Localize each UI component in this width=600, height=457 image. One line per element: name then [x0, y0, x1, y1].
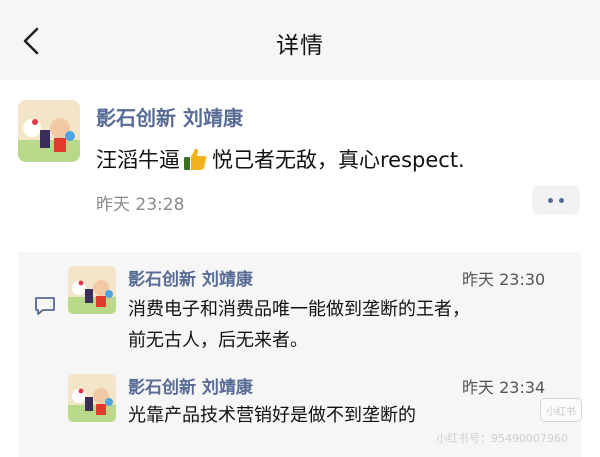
post-text: 汪滔牛逼 悦己者无敌，真心respect.: [96, 144, 465, 174]
more-dot-icon: [548, 197, 553, 203]
post-timestamp: 昨天 23:28: [96, 195, 185, 215]
comment-author[interactable]: 影石创新 刘靖康: [128, 265, 253, 290]
page-title: 详情: [276, 33, 324, 59]
post-text-part2: 悦己者无敌，真心respect.: [212, 148, 465, 172]
comment-icon: [35, 297, 55, 315]
top-bar: 详情: [0, 0, 600, 80]
comment-text-line: 消费电子和消费品唯一能做到垄断的王者，: [128, 299, 470, 320]
watermark-badge: 小红书: [540, 398, 582, 422]
post-author[interactable]: 影石创新 刘靖康: [96, 102, 243, 131]
comment-timestamp: 昨天 23:34: [462, 378, 546, 397]
avatar[interactable]: [18, 100, 80, 162]
more-dot-icon: [559, 197, 564, 203]
comment-avatar[interactable]: [68, 266, 116, 314]
comment-text-line: 光靠产品技术营销好是做不到垄断的: [128, 405, 416, 426]
comment-text-line: 前无古人，后无来者。: [128, 330, 308, 351]
thumbs-up-icon: [184, 148, 207, 170]
comment-author[interactable]: 影石创新 刘靖康: [128, 373, 253, 398]
more-actions-button[interactable]: [532, 186, 580, 214]
comment-avatar[interactable]: [68, 374, 116, 422]
comment-timestamp: 昨天 23:30: [462, 270, 546, 289]
watermark-text: 小红书号：95490007960: [436, 432, 568, 445]
post-text-part1: 汪滔牛逼: [96, 148, 180, 172]
